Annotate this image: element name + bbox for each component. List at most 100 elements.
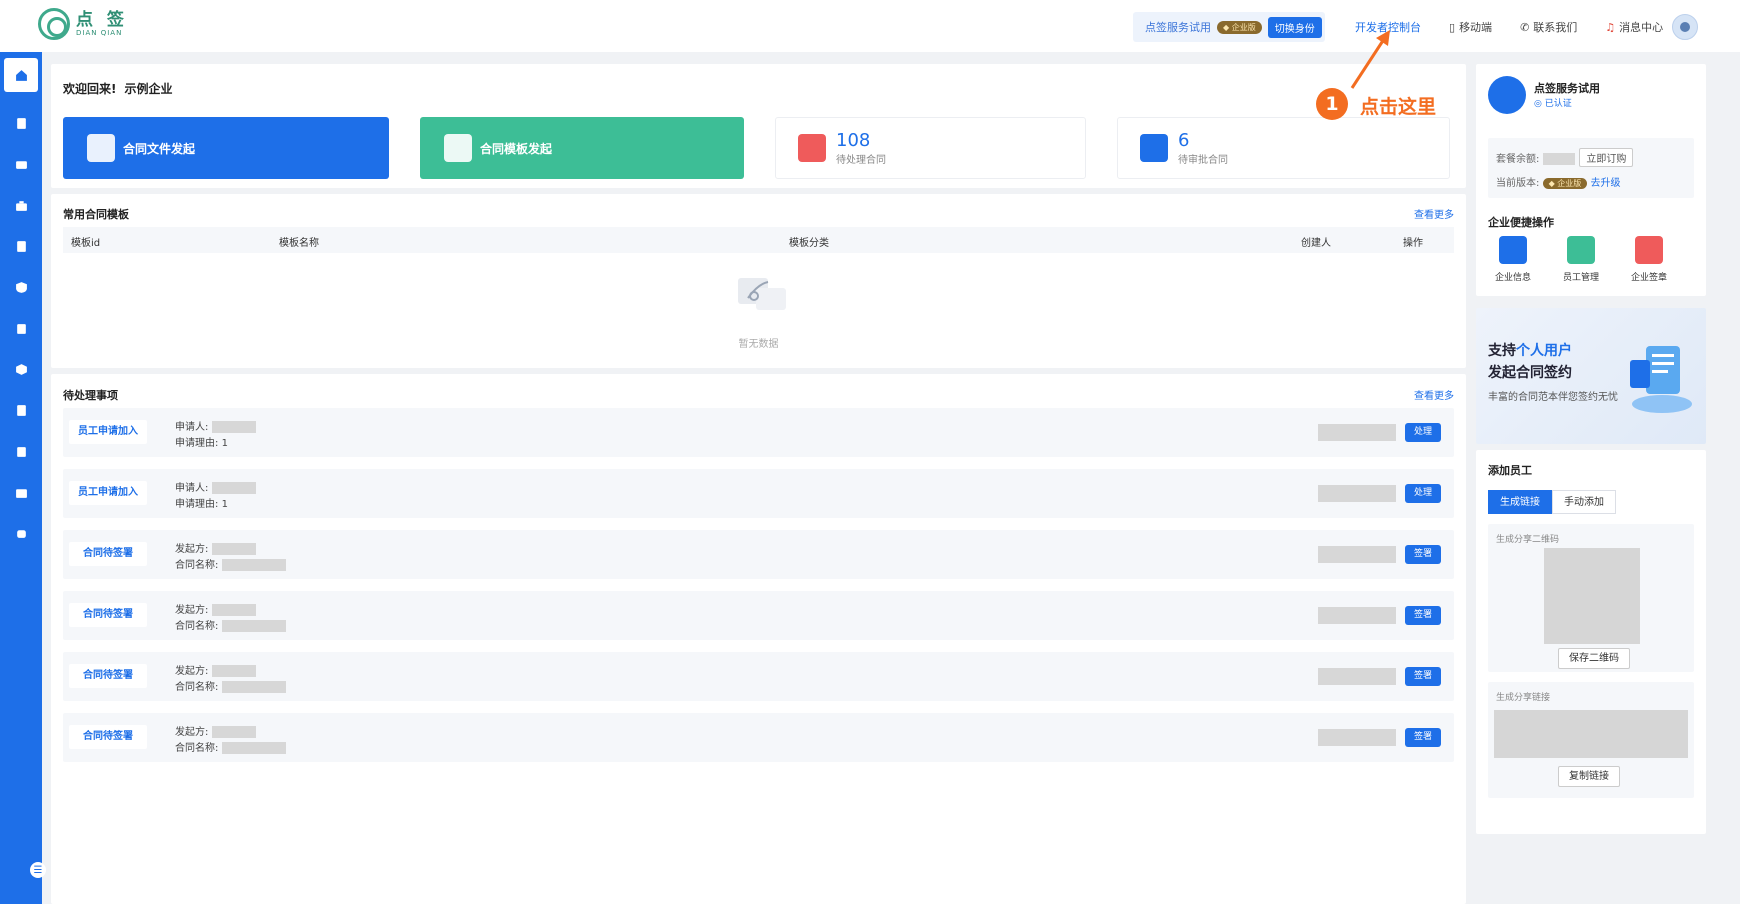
- balance-row: 套餐余额: 立即订购: [1496, 148, 1634, 167]
- sidebar-item-records[interactable]: [13, 402, 29, 418]
- todo-action-button[interactable]: 签署: [1405, 545, 1441, 564]
- masked-value: [212, 482, 257, 494]
- box-icon: [15, 488, 27, 498]
- list-icon: [16, 404, 26, 416]
- todo-row: 合同待签署 发起方: 合同名称: 签署: [63, 530, 1454, 579]
- sidebar-item-messages[interactable]: [13, 156, 29, 172]
- upgrade-link[interactable]: 去升级: [1590, 178, 1620, 189]
- quick-org-seal[interactable]: 企业签章: [1624, 236, 1674, 283]
- sidebar-item-templates[interactable]: [13, 238, 29, 254]
- mobile-link[interactable]: ▯ 移动端: [1449, 19, 1492, 35]
- pending-count: 108: [836, 129, 871, 151]
- todo-field: 合同名称:: [175, 556, 287, 571]
- pending-contract-icon: [798, 134, 826, 162]
- todo-row: 员工申请加入 申请人: 申请理由: 1 处理: [63, 469, 1454, 518]
- qr-label: 生成分享二维码: [1496, 535, 1560, 545]
- sidebar-item-home[interactable]: [4, 58, 38, 92]
- pending-contracts-stat[interactable]: 108 待处理合同: [775, 117, 1086, 179]
- tab-manual-add[interactable]: 手动添加: [1552, 490, 1616, 514]
- todo-field: 申请人:: [175, 418, 257, 433]
- sidebar-item-enterprise[interactable]: [13, 197, 29, 213]
- file-contract-card[interactable]: 合同文件发起: [63, 117, 389, 179]
- masked-value: [222, 742, 287, 754]
- masked-time: [1318, 424, 1396, 441]
- todo-row: 员工申请加入 申请人: 申请理由: 1 处理: [63, 408, 1454, 457]
- empty-data-text: 暂无数据: [738, 339, 779, 350]
- templates-title: 常用合同模板: [63, 208, 129, 221]
- todo-row: 合同待签署 发起方: 合同名称: 签署: [63, 591, 1454, 640]
- todo-action-button[interactable]: 处理: [1405, 484, 1441, 503]
- template-contract-card[interactable]: 合同模板发起: [420, 117, 744, 179]
- home-icon: [15, 69, 27, 81]
- checklist-icon: [16, 446, 26, 457]
- avatar[interactable]: [1672, 14, 1698, 40]
- building-icon: [1488, 76, 1526, 114]
- masked-value: [212, 543, 257, 555]
- masked-time: [1318, 729, 1396, 746]
- building-icon: [1499, 236, 1527, 264]
- masked-value: [222, 681, 287, 693]
- todo-field: 申请理由: 1: [175, 438, 228, 449]
- todo-action-button[interactable]: 处理: [1405, 423, 1441, 442]
- quick-staff-manage[interactable]: 员工管理: [1556, 236, 1606, 283]
- copy-link-button[interactable]: 复制链接: [1558, 766, 1620, 787]
- contact-link[interactable]: ✆ 联系我们: [1520, 19, 1577, 35]
- switch-identity-button[interactable]: 切换身份: [1267, 16, 1322, 38]
- todo-field: 发起方:: [175, 723, 257, 738]
- add-staff-tabs: 生成链接 手动添加: [1488, 490, 1616, 514]
- top-bar: 点 签 DIAN QIAN 点签服务试用 ◆ 企业版 切换身份 开发者控制台 ▯…: [0, 0, 1740, 52]
- annotation-step-number: 1: [1316, 88, 1348, 120]
- todo-tag: 合同待签署: [69, 664, 147, 688]
- annotation-arrow-icon: [1350, 30, 1390, 89]
- link-section: 生成分享链接 复制链接: [1488, 682, 1694, 798]
- todo-action-button[interactable]: 签署: [1405, 728, 1441, 747]
- cube-icon: [15, 363, 27, 375]
- order-now-button[interactable]: 立即订购: [1579, 148, 1634, 167]
- todo-field: 发起方:: [175, 540, 257, 555]
- edition-badge: ◆ 企业版: [1217, 20, 1262, 34]
- link-label: 生成分享链接: [1496, 693, 1551, 703]
- bell-icon: ♫: [1605, 20, 1616, 34]
- seal-icon: [1635, 236, 1663, 264]
- sidebar-item-approval[interactable]: [13, 320, 29, 336]
- templates-more-link[interactable]: 查看更多: [1414, 206, 1454, 221]
- shield-icon: [15, 281, 27, 293]
- sidebar-item-products[interactable]: [13, 361, 29, 377]
- sidebar-item-contracts[interactable]: [13, 115, 29, 131]
- todo-action-button[interactable]: 签署: [1405, 606, 1441, 625]
- save-qr-button[interactable]: 保存二维码: [1558, 648, 1630, 669]
- sidebar-item-tasks[interactable]: [13, 443, 29, 459]
- sidebar-item-bot[interactable]: [13, 525, 29, 541]
- sidebar-item-orders[interactable]: [13, 484, 29, 500]
- todo-row: 合同待签署 发起方: 合同名称: 签署: [63, 652, 1454, 701]
- diamond-icon: ◆: [1548, 179, 1555, 188]
- todo-title: 待处理事项: [63, 389, 118, 402]
- todo-tag: 员工申请加入: [69, 420, 147, 444]
- message-center-link[interactable]: ♫ 消息中心: [1605, 19, 1663, 35]
- masked-value: [222, 620, 287, 632]
- org-name: 点签服务试用: [1534, 82, 1600, 95]
- templates-panel: 常用合同模板 查看更多 模板id 模板名称 模板分类 创建人 操作 暂无数据: [51, 194, 1466, 368]
- promo-banner[interactable]: 支持个人用户 发起合同签约 丰富的合同范本伴您签约无忧: [1476, 308, 1706, 444]
- trial-info: 点签服务试用 ◆ 企业版 切换身份: [1133, 12, 1325, 42]
- diamond-icon: ◆: [1223, 22, 1230, 32]
- document-icon: [16, 117, 26, 129]
- template-icon: [444, 134, 472, 162]
- masked-time: [1318, 607, 1396, 624]
- sidebar-item-security[interactable]: [13, 279, 29, 295]
- tab-generate-link[interactable]: 生成链接: [1488, 490, 1552, 514]
- approval-contracts-stat[interactable]: 6 待审批合同: [1117, 117, 1450, 179]
- version-row: 当前版本: ◆ 企业版 去升级: [1496, 178, 1621, 189]
- todo-more-link[interactable]: 查看更多: [1414, 387, 1454, 402]
- pending-label: 待处理合同: [836, 154, 886, 166]
- qr-section: 生成分享二维码 保存二维码: [1488, 524, 1694, 672]
- todo-action-button[interactable]: 签署: [1405, 667, 1441, 686]
- plan-info: 套餐余额: 立即订购 当前版本: ◆ 企业版 去升级: [1488, 138, 1694, 198]
- quick-org-info[interactable]: 企业信息: [1488, 236, 1538, 283]
- logo[interactable]: 点 签 DIAN QIAN: [38, 8, 128, 40]
- org-panel: 点签服务试用 ◎ 已认证 套餐余额: 立即订购 当前版本: ◆ 企业版 去升级 企…: [1476, 64, 1706, 296]
- masked-time: [1318, 485, 1396, 502]
- sidebar-collapse-toggle[interactable]: ☰: [30, 862, 46, 878]
- col-action: 操作: [1403, 238, 1423, 249]
- todo-tag: 合同待签署: [69, 725, 147, 749]
